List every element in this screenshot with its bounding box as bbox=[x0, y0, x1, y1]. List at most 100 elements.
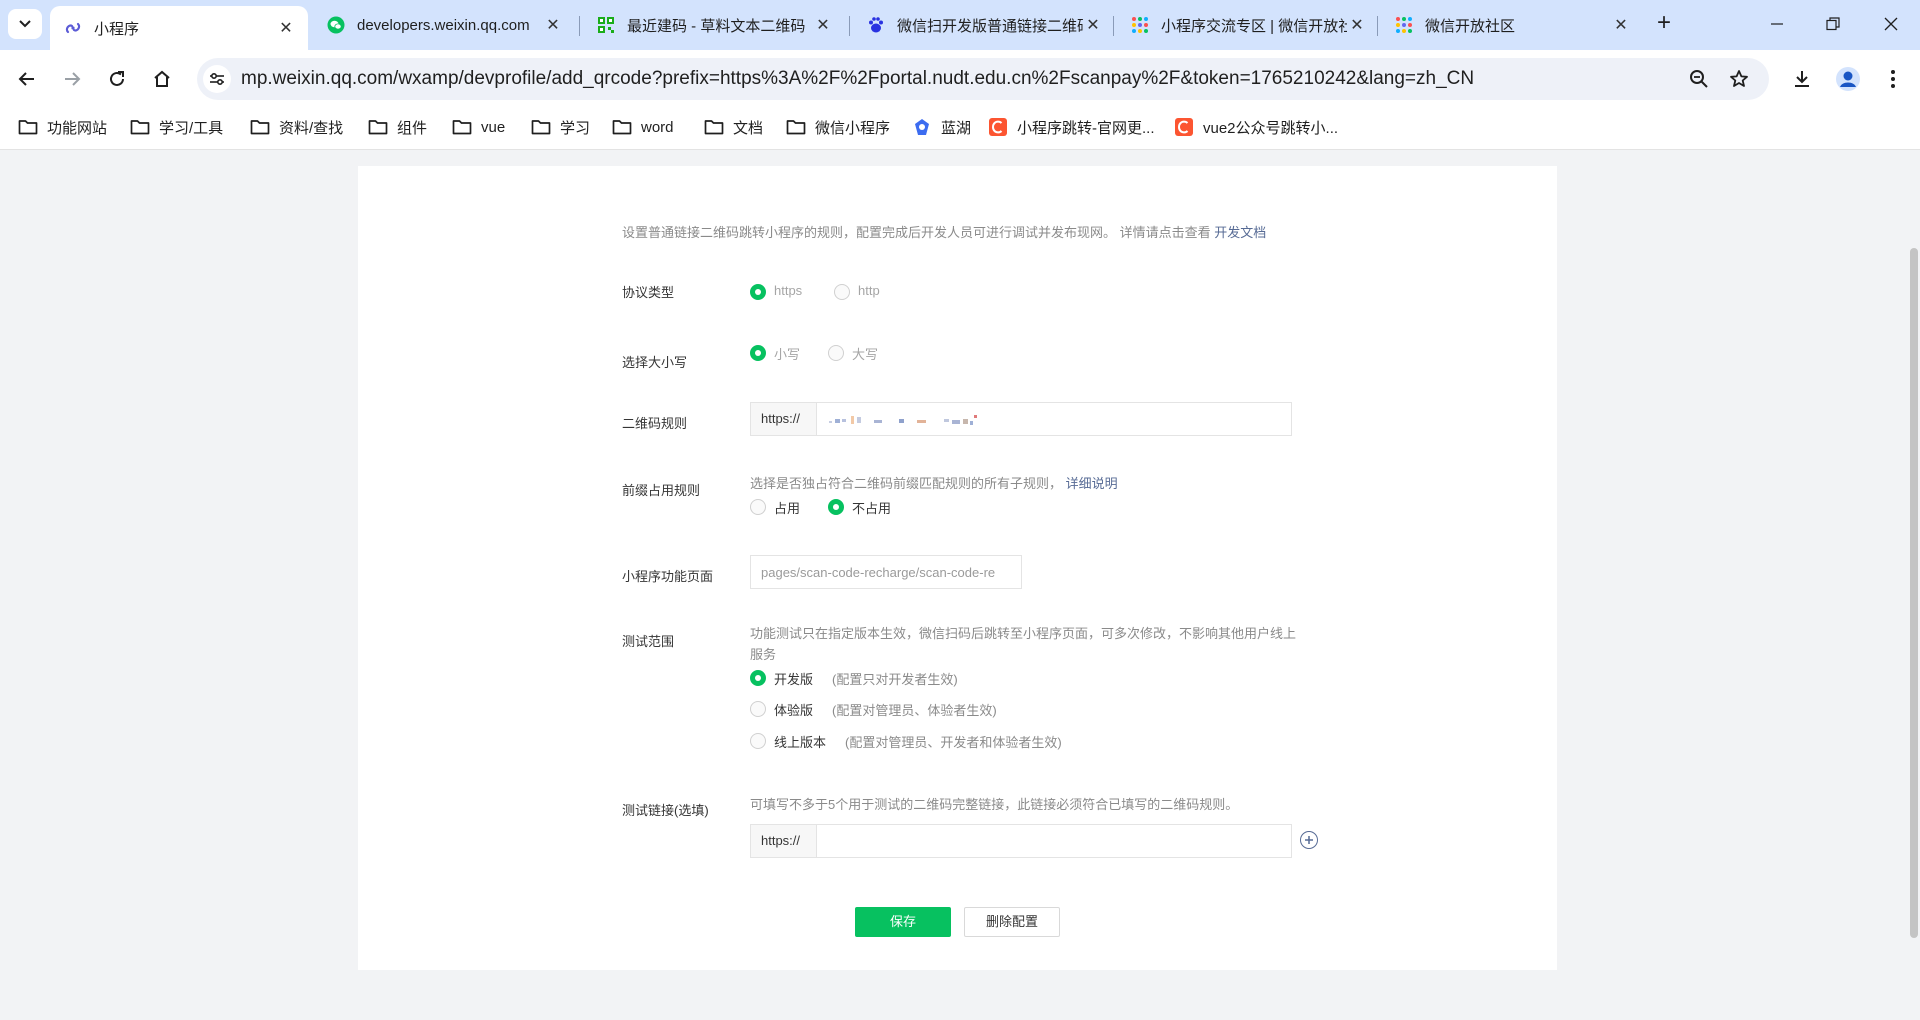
tab-open-community[interactable]: 微信开放社区 ✕ bbox=[1381, 7, 1643, 43]
baidu-paw-icon bbox=[867, 16, 885, 34]
bookmark-label: 微信小程序 bbox=[815, 119, 891, 137]
prefix-rule-hint: 选择是否独占符合二维码前缀匹配规则的所有子规则， 详细说明 bbox=[750, 473, 1118, 494]
page-path-input[interactable]: pages/scan-code-recharge/scan-code-re bbox=[750, 555, 1022, 589]
bookmark-item[interactable]: vue bbox=[452, 115, 505, 139]
prefix-not-occupy-radio[interactable] bbox=[828, 499, 844, 515]
bookmark-label: 功能网站 bbox=[47, 119, 108, 137]
scope-dev-radio[interactable] bbox=[750, 670, 766, 686]
tab-caoliao[interactable]: 最近建码 - 草料文本二维码 ✕ bbox=[583, 7, 845, 43]
test-link-label: 测试链接(选填) bbox=[622, 803, 709, 818]
details-link[interactable]: 详细说明 bbox=[1066, 476, 1118, 491]
site-info-button[interactable] bbox=[203, 65, 231, 93]
intro-text: 设置普通链接二维码跳转小程序的规则，配置完成后开发人员可进行调试并发布现网。 详… bbox=[622, 222, 1266, 243]
link-icon bbox=[64, 19, 82, 37]
tab-separator bbox=[849, 16, 850, 36]
dev-docs-link[interactable]: 开发文档 bbox=[1214, 225, 1266, 240]
bookmark-item[interactable]: 微信小程序 bbox=[786, 115, 890, 139]
bookmark-item[interactable]: 蓝湖 bbox=[912, 115, 971, 139]
tab-community-forum[interactable]: 小程序交流专区 | 微信开放社区 ✕ bbox=[1117, 7, 1379, 43]
intro-description: 设置普通链接二维码跳转小程序的规则，配置完成后开发人员可进行调试并发布现网。 详… bbox=[622, 225, 1211, 240]
folder-icon bbox=[18, 118, 38, 136]
restore-button[interactable] bbox=[1819, 12, 1847, 36]
add-test-link-button[interactable] bbox=[1300, 831, 1318, 849]
downloads-button[interactable] bbox=[1787, 64, 1817, 94]
zoom-button[interactable] bbox=[1686, 66, 1712, 92]
close-icon[interactable]: ✕ bbox=[276, 18, 296, 38]
prefix-occupy-label: 占用 bbox=[774, 501, 801, 516]
folder-icon bbox=[704, 118, 724, 136]
tab-developers[interactable]: developers.weixin.qq.com ✕ bbox=[313, 7, 575, 43]
bookmark-item[interactable]: 资料/查找 bbox=[250, 115, 343, 139]
protocol-http-radio[interactable] bbox=[834, 284, 850, 300]
reload-icon bbox=[110, 71, 124, 86]
test-link-prefix: https:// bbox=[751, 825, 817, 857]
folder-icon bbox=[368, 118, 388, 136]
bookmark-label: vue bbox=[481, 118, 506, 136]
prefix-rule-hint-text: 选择是否独占符合二维码前缀匹配规则的所有子规则， bbox=[750, 476, 1063, 491]
close-icon[interactable]: ✕ bbox=[1611, 15, 1631, 35]
save-button[interactable]: 保存 bbox=[855, 907, 951, 937]
case-lower-label: 小写 bbox=[774, 347, 801, 362]
tab-title: 小程序交流专区 | 微信开放社区 bbox=[1161, 17, 1347, 35]
scrollbar-thumb[interactable] bbox=[1910, 248, 1918, 938]
scope-online-note: (配置对管理员、开发者和体验者生效) bbox=[845, 735, 1062, 750]
home-button[interactable] bbox=[147, 64, 177, 94]
bookmark-item[interactable]: 组件 bbox=[368, 115, 427, 139]
scope-trial-radio[interactable] bbox=[750, 701, 766, 717]
tab-search-button[interactable] bbox=[8, 9, 42, 39]
close-icon[interactable]: ✕ bbox=[1347, 15, 1367, 35]
case-upper-radio[interactable] bbox=[828, 345, 844, 361]
qr-rule-input[interactable]: https:// bbox=[750, 402, 1292, 436]
minimize-button[interactable] bbox=[1763, 12, 1791, 36]
delete-config-button[interactable]: 删除配置 bbox=[964, 907, 1060, 937]
star-icon bbox=[1730, 70, 1748, 87]
prefix-occupy-radio[interactable] bbox=[750, 499, 766, 515]
menu-button[interactable] bbox=[1878, 64, 1908, 94]
folder-icon bbox=[250, 118, 270, 136]
test-link-input[interactable]: https:// bbox=[750, 824, 1292, 858]
close-icon[interactable]: ✕ bbox=[543, 15, 563, 35]
case-lower-radio[interactable] bbox=[750, 345, 766, 361]
page-path-label: 小程序功能页面 bbox=[622, 569, 714, 584]
bookmark-item[interactable]: vue2公众号跳转小... bbox=[1174, 115, 1338, 139]
new-tab-button[interactable]: + bbox=[1652, 11, 1676, 36]
close-icon[interactable]: ✕ bbox=[813, 15, 833, 35]
tab-title: 微信开放社区 bbox=[1425, 17, 1516, 35]
tab-miniprogram[interactable]: 小程序 ✕ bbox=[50, 6, 308, 50]
forward-button[interactable] bbox=[57, 64, 87, 94]
bookmark-item[interactable]: word bbox=[612, 115, 674, 139]
bookmark-item[interactable]: 小程序跳转-官网更... bbox=[988, 115, 1155, 139]
close-window-button[interactable] bbox=[1877, 12, 1905, 36]
reload-button[interactable] bbox=[102, 64, 132, 94]
bookmark-star-button[interactable] bbox=[1726, 66, 1752, 92]
back-button[interactable] bbox=[12, 64, 42, 94]
profile-button[interactable] bbox=[1833, 64, 1863, 94]
qrcode-icon bbox=[597, 16, 615, 34]
scope-online-radio[interactable] bbox=[750, 733, 766, 749]
bookmark-label: 蓝湖 bbox=[941, 119, 972, 137]
folder-icon bbox=[130, 118, 150, 136]
bookmark-label: vue2公众号跳转小... bbox=[1203, 119, 1339, 137]
wechat-icon bbox=[327, 16, 345, 34]
chevron-down-icon bbox=[19, 20, 31, 28]
scope-trial-label: 体验版 bbox=[774, 703, 814, 718]
bookmark-label: 学习/工具 bbox=[159, 119, 224, 137]
url-text[interactable]: mp.weixin.qq.com/wxamp/devprofile/add_qr… bbox=[241, 68, 1474, 90]
test-scope-hint: 功能测试只在指定版本生效，微信扫码后跳转至小程序页面，可多次修改，不影响其他用户… bbox=[750, 626, 1297, 662]
qr-rule-prefix: https:// bbox=[751, 403, 817, 435]
prefix-rule-label: 前缀占用规则 bbox=[622, 483, 701, 498]
bookmark-item[interactable]: 学习/工具 bbox=[130, 115, 223, 139]
dots-grid-icon bbox=[1395, 16, 1413, 34]
dots-grid-icon bbox=[1131, 16, 1149, 34]
test-scope-label: 测试范围 bbox=[622, 634, 675, 649]
close-icon[interactable]: ✕ bbox=[1083, 15, 1103, 35]
tune-icon bbox=[210, 72, 224, 86]
masked-value bbox=[829, 415, 977, 425]
bookmark-item[interactable]: 功能网站 bbox=[18, 115, 107, 139]
qr-rule-label: 二维码规则 bbox=[622, 416, 688, 431]
home-icon bbox=[154, 70, 170, 87]
protocol-https-radio[interactable] bbox=[750, 284, 766, 300]
bookmark-item[interactable]: 文档 bbox=[704, 115, 763, 139]
bookmark-item[interactable]: 学习 bbox=[531, 115, 590, 139]
tab-baidu[interactable]: 微信扫开发版普通链接二维码 ✕ bbox=[853, 7, 1115, 43]
